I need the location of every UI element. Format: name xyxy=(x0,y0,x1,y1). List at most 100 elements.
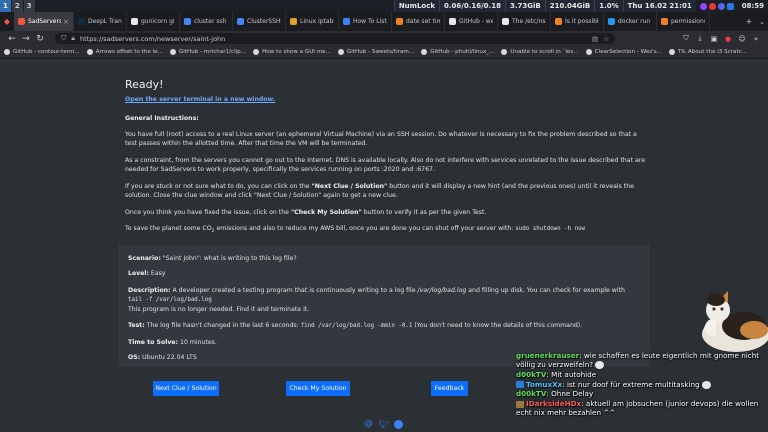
bookmark-star-icon[interactable]: ☆ xyxy=(603,35,609,43)
chat-text: ist nur doof für extreme multitasking xyxy=(564,379,700,389)
browser-tab[interactable]: The /etc/nsswi xyxy=(498,12,551,31)
disk-usage: 3.73GiB xyxy=(504,0,545,12)
tab-favicon-icon xyxy=(343,18,350,25)
i3-status-bar: 1 2 3 NumLock 0.06/0.16/0.18 3.73GiB 210… xyxy=(0,0,768,12)
browser-tab[interactable]: cluster ssh - G xyxy=(180,12,233,31)
chat-message: IDarksideHDx: aktuell am jobsuchen (juni… xyxy=(516,399,768,417)
account-icon[interactable]: ☺ xyxy=(735,35,749,43)
workspace-1[interactable]: 1 xyxy=(0,0,11,12)
bookmark-item[interactable]: Arrows offset to the le... xyxy=(86,49,163,55)
bookmark-label: TIL About the i3 Scratc... xyxy=(677,49,748,55)
twitch-icon[interactable] xyxy=(699,2,707,10)
browser-tab[interactable]: date set time xyxy=(392,12,445,31)
browser-menu-icon[interactable]: ◆ xyxy=(0,17,14,26)
discord-icon[interactable] xyxy=(717,2,725,10)
reader-icon[interactable]: ▤ xyxy=(592,35,598,43)
time-line: Time to Solve: 10 minutes. xyxy=(128,339,217,346)
chat-emote-icon xyxy=(595,361,605,370)
browser-tab[interactable]: Linux iptables xyxy=(286,12,339,31)
chat-username: TomuxXx xyxy=(526,379,563,389)
instructions-paragraph-5: To save the planet some CO2 emissions an… xyxy=(125,225,586,235)
pocket-icon[interactable]: ⛉ xyxy=(679,34,693,43)
bookmark-favicon-icon xyxy=(421,49,428,55)
next-clue-button[interactable]: Next Clue / Solution xyxy=(153,381,219,396)
bookmark-item[interactable]: GitHub - mrichar1/clip... xyxy=(169,49,246,55)
bookmark-favicon-icon xyxy=(585,49,592,55)
workspace-3[interactable]: 3 xyxy=(23,0,35,12)
tab-label: cluster ssh - G xyxy=(194,18,228,25)
new-tab-icon[interactable]: + xyxy=(742,17,756,26)
browser-tab[interactable]: GitHub - wez/ xyxy=(445,12,498,31)
chat-emote-icon xyxy=(701,380,711,389)
feedback-button[interactable]: Feedback xyxy=(431,381,468,396)
tray-app-icon[interactable] xyxy=(726,2,734,10)
browser-tab[interactable]: permissions - xyxy=(657,12,710,31)
tab-label: DeepL Translate xyxy=(88,18,122,25)
tab-favicon-icon xyxy=(237,18,244,25)
footer-social-icons: @ 🐦︎ xyxy=(364,420,403,429)
chat-message: TomuxXx: ist nur doof für extreme multit… xyxy=(516,380,768,389)
browser-tab[interactable]: ClusterSSHscreen xyxy=(233,12,286,31)
browser-tab[interactable]: Is it possible t xyxy=(551,12,604,31)
tab-favicon-icon xyxy=(184,18,191,25)
tab-favicon-icon xyxy=(131,18,138,25)
workspace-2[interactable]: 2 xyxy=(11,0,23,12)
github-icon[interactable] xyxy=(394,420,403,429)
url-text[interactable]: https://sadservers.com/newserver/saint-j… xyxy=(80,35,225,43)
browser-tab[interactable]: docker run | D xyxy=(604,12,657,31)
browser-tab[interactable]: gunicorn github xyxy=(127,12,180,31)
bookmark-favicon-icon xyxy=(253,49,260,55)
forward-icon[interactable]: → xyxy=(19,34,33,44)
bookmark-label: GitHub - contour-term... xyxy=(13,49,80,55)
extension-icon[interactable]: ▣ xyxy=(707,35,721,43)
open-terminal-link[interactable]: Open the server terminal in a new window… xyxy=(125,96,275,103)
tray-icons xyxy=(696,0,738,12)
browser-tab[interactable]: DeepL Translate xyxy=(74,12,127,31)
tab-label: How To List and xyxy=(353,18,387,25)
clock: 08:59 xyxy=(741,2,764,10)
twitter-icon[interactable]: 🐦︎ xyxy=(379,420,389,429)
email-icon[interactable]: @ xyxy=(364,420,373,429)
tab-label: gunicorn github xyxy=(141,18,175,25)
lock-icon[interactable]: 🔒︎ xyxy=(71,34,75,43)
tray-red-icon[interactable] xyxy=(708,2,716,10)
tab-label: SadServers xyxy=(28,18,62,25)
browser-tab[interactable]: SadServers × xyxy=(14,12,74,31)
tab-list-icon[interactable]: ⌄ xyxy=(756,18,768,26)
chat-message: gruenerkrauser: wie schaffen es leute ei… xyxy=(516,351,768,370)
scenario-line: Scenario: "Saint John": what is writing … xyxy=(128,255,297,262)
url-bar[interactable]: ⛉ 🔒︎ https://sadservers.com/newserver/sa… xyxy=(55,33,615,44)
bookmark-label: Unable to scroll in `les... xyxy=(510,49,579,55)
webcam-cat-image xyxy=(702,290,768,352)
bookmark-item[interactable]: GitHub - contour-term... xyxy=(4,49,80,55)
bookmark-item[interactable]: How to show a GUI me... xyxy=(253,49,331,55)
bookmark-item[interactable]: GitHub - phuhl/linux_... xyxy=(421,49,494,55)
chat-username: d00kTV xyxy=(516,369,547,379)
bookmark-favicon-icon xyxy=(86,49,93,55)
ublock-icon[interactable]: ● xyxy=(721,35,735,43)
tab-label: docker run | D xyxy=(618,18,652,25)
bookmark-item[interactable]: ClearSelection - Wez's... xyxy=(585,49,662,55)
bookmark-favicon-icon xyxy=(4,49,10,55)
reload-icon[interactable]: ↻ xyxy=(33,34,47,44)
overflow-menu-icon[interactable]: » xyxy=(749,35,763,43)
tab-favicon-icon xyxy=(661,18,668,25)
browser-tab-strip: ◆ SadServers× DeepL Translate gunicorn git… xyxy=(0,12,768,31)
general-instructions-heading: General Instructions: xyxy=(125,115,199,122)
tab-close-icon[interactable]: × xyxy=(61,18,69,26)
download-icon[interactable]: ⤓ xyxy=(693,34,707,43)
bookmark-favicon-icon xyxy=(668,49,675,55)
bookmarks-bar: GitHub - contour-term... Arrows offset to… xyxy=(0,46,768,59)
check-solution-button[interactable]: Check My Solution xyxy=(286,381,350,396)
bookmark-item[interactable]: TIL About the i3 Scratc... xyxy=(668,49,748,55)
browser-tab[interactable]: How To List and xyxy=(339,12,392,31)
bookmark-favicon-icon xyxy=(169,49,176,55)
back-icon[interactable]: ← xyxy=(5,34,19,44)
bookmark-item[interactable]: GitHub - Sweets/tiram... xyxy=(337,49,414,55)
tab-favicon-icon xyxy=(555,18,562,25)
shield-icon[interactable]: ⛉ xyxy=(61,34,66,43)
numlock-indicator: NumLock xyxy=(393,0,440,12)
bookmark-item[interactable]: Unable to scroll in `les... xyxy=(501,49,579,55)
bookmark-favicon-icon xyxy=(337,49,344,55)
tab-favicon-icon xyxy=(502,18,509,25)
